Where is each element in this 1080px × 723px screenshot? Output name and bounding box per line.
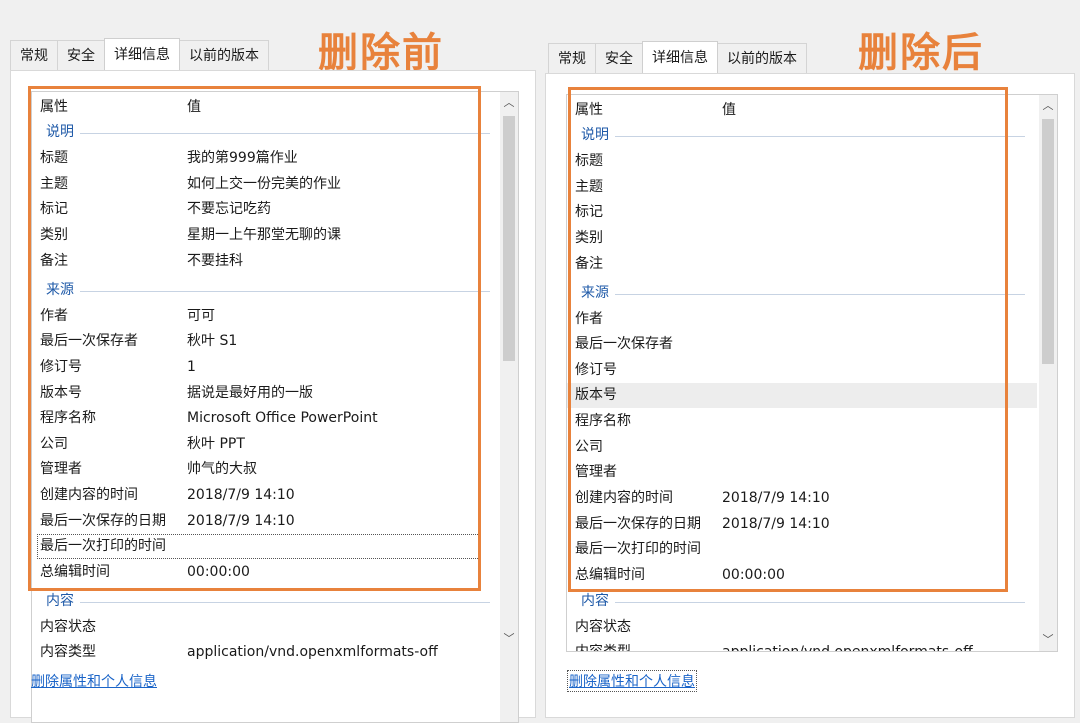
list-item[interactable]: 内容状态 <box>567 615 1037 640</box>
section-label: 内容 <box>46 593 74 609</box>
chevron-up-icon[interactable]: ︿ <box>500 94 518 112</box>
remove-properties-link[interactable]: 删除属性和个人信息 <box>31 671 157 691</box>
property-name: 内容状态 <box>40 619 96 635</box>
list-item[interactable]: 内容类型 application/vnd.openxmlformats-off <box>32 640 502 665</box>
tab-previous-versions[interactable]: 以前的版本 <box>717 43 807 73</box>
tab-security[interactable]: 安全 <box>57 40 105 70</box>
property-value[interactable]: application/vnd.openxmlformats-off <box>187 640 438 665</box>
section-label: 内容 <box>581 593 609 609</box>
vertical-scrollbar[interactable]: ︿ ﹀ <box>1039 95 1057 651</box>
properties-panel-after: 常规 安全 详细信息 以前的版本 删除后 属性 值 说明 标题 主题 标记 类别… <box>540 0 1080 723</box>
section-divider <box>80 602 490 603</box>
remove-properties-link[interactable]: 删除属性和个人信息 <box>567 670 697 692</box>
tab-previous-versions[interactable]: 以前的版本 <box>179 40 269 70</box>
section-content: 内容 <box>567 589 1037 614</box>
tab-strip: 常规 安全 详细信息 以前的版本 <box>548 41 807 73</box>
vertical-scrollbar[interactable]: ︿ ﹀ <box>500 92 518 722</box>
scrollbar-thumb[interactable] <box>503 116 515 361</box>
list-item[interactable]: 内容状态 <box>32 615 502 640</box>
property-name: 内容类型 <box>40 644 96 660</box>
scrollbar-thumb[interactable] <box>1042 119 1054 364</box>
details-frame: 属性 值 说明 标题 主题 标记 类别 备注 来源 作者 最后一次保存者 修订号… <box>545 73 1075 718</box>
property-value[interactable]: application/vnd.openxmlformats-off <box>722 640 973 651</box>
chevron-down-icon[interactable]: ﹀ <box>500 630 518 648</box>
details-frame: 属性 值 说明 标题 我的第999篇作业 主题 如何上交一份完美的作业 标记 不要忘记… <box>10 70 536 723</box>
chevron-down-icon[interactable]: ﹀ <box>1039 631 1057 649</box>
after-label: 删除后 <box>858 30 984 76</box>
tab-general[interactable]: 常规 <box>548 43 596 73</box>
section-content: 内容 <box>32 589 502 614</box>
properties-panel-before: 常规 安全 详细信息 以前的版本 删除前 属性 值 说明 标题 我的第999篇作业… <box>0 0 540 723</box>
section-divider <box>615 602 1025 603</box>
chevron-up-icon[interactable]: ︿ <box>1039 97 1057 115</box>
tab-general[interactable]: 常规 <box>10 40 58 70</box>
property-name: 内容状态 <box>575 619 631 635</box>
tab-security[interactable]: 安全 <box>595 43 643 73</box>
tab-details[interactable]: 详细信息 <box>642 41 718 73</box>
list-item[interactable]: 内容类型 application/vnd.openxmlformats-off <box>567 640 1037 652</box>
tab-details[interactable]: 详细信息 <box>104 38 180 70</box>
tab-strip: 常规 安全 详细信息 以前的版本 <box>10 38 269 70</box>
highlight-box <box>568 87 1008 592</box>
property-name: 内容类型 <box>575 644 631 652</box>
highlight-box <box>28 86 481 591</box>
